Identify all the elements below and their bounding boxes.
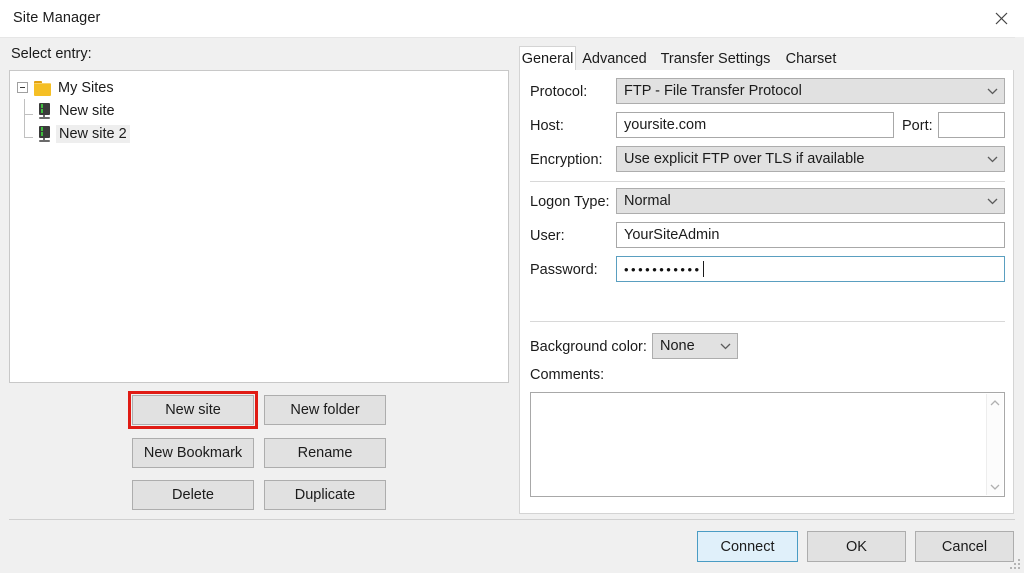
ok-button[interactable]: OK: [807, 531, 906, 562]
background-color-label: Background color:: [530, 339, 647, 355]
encryption-label: Encryption:: [530, 152, 603, 168]
port-label: Port:: [902, 118, 933, 134]
user-label: User:: [530, 228, 565, 244]
protocol-label: Protocol:: [530, 84, 588, 100]
new-bookmark-button[interactable]: New Bookmark: [132, 438, 254, 468]
password-masked-value: •••••••••••: [624, 261, 702, 277]
comments-textarea[interactable]: [530, 392, 1005, 497]
tab-general[interactable]: General: [519, 46, 576, 71]
host-input[interactable]: yoursite.com: [616, 112, 894, 138]
chevron-down-icon: [713, 343, 737, 350]
server-icon: [38, 125, 51, 142]
folder-icon: [34, 80, 51, 96]
select-entry-label: Select entry:: [11, 46, 92, 62]
text-caret: [702, 261, 704, 277]
site-tree[interactable]: My Sites New site New site 2: [9, 70, 509, 383]
chevron-up-icon[interactable]: [987, 394, 1003, 411]
rename-button[interactable]: Rename: [264, 438, 386, 468]
close-icon[interactable]: [978, 0, 1024, 36]
protocol-value: FTP - File Transfer Protocol: [624, 83, 802, 99]
tree-item-label: New site 2: [56, 124, 130, 143]
connect-button[interactable]: Connect: [697, 531, 798, 562]
protocol-select[interactable]: FTP - File Transfer Protocol: [616, 78, 1005, 104]
tab-charset[interactable]: Charset: [780, 46, 842, 71]
tree-item-new-site-2[interactable]: New site 2: [10, 122, 508, 145]
comments-label: Comments:: [530, 367, 605, 383]
window-title: Site Manager: [13, 10, 101, 26]
chevron-down-icon: [980, 156, 1004, 163]
resize-grip-icon[interactable]: [1010, 559, 1021, 570]
tree-item-new-site[interactable]: New site: [10, 99, 508, 122]
new-site-button[interactable]: New site: [132, 395, 254, 425]
password-input[interactable]: •••••••••••: [616, 256, 1005, 282]
tab-transfer-settings[interactable]: Transfer Settings: [653, 46, 778, 71]
port-input[interactable]: [938, 112, 1005, 138]
server-icon: [38, 102, 51, 119]
site-manager-dialog: Site Manager Select entry: My Sites New …: [0, 0, 1024, 573]
tab-advanced[interactable]: Advanced: [578, 46, 651, 71]
tree-expander-minus-icon[interactable]: [17, 82, 28, 93]
cancel-button[interactable]: Cancel: [915, 531, 1014, 562]
chevron-down-icon: [980, 88, 1004, 95]
logon-type-label: Logon Type:: [530, 194, 610, 210]
user-input[interactable]: YourSiteAdmin: [616, 222, 1005, 248]
password-label: Password:: [530, 262, 598, 278]
section-divider: [530, 321, 1005, 322]
duplicate-button[interactable]: Duplicate: [264, 480, 386, 510]
delete-button[interactable]: Delete: [132, 480, 254, 510]
tree-item-label: My Sites: [58, 79, 114, 96]
encryption-select[interactable]: Use explicit FTP over TLS if available: [616, 146, 1005, 172]
tree-item-label: New site: [59, 102, 115, 119]
section-divider: [530, 181, 1005, 182]
chevron-down-icon: [980, 198, 1004, 205]
tree-item-my-sites[interactable]: My Sites: [10, 76, 508, 99]
general-tab-panel: Protocol: FTP - File Transfer Protocol H…: [519, 70, 1014, 514]
title-bar: Site Manager: [0, 0, 1024, 38]
logon-type-value: Normal: [624, 193, 671, 209]
footer-divider: [9, 519, 1015, 520]
logon-type-select[interactable]: Normal: [616, 188, 1005, 214]
tab-strip: General Advanced Transfer Settings Chars…: [519, 46, 1014, 71]
chevron-down-icon[interactable]: [987, 478, 1003, 495]
background-color-value: None: [660, 338, 695, 354]
new-folder-button[interactable]: New folder: [264, 395, 386, 425]
encryption-value: Use explicit FTP over TLS if available: [624, 151, 865, 167]
background-color-select[interactable]: None: [652, 333, 738, 359]
comments-scrollbar[interactable]: [986, 394, 1003, 495]
window-right-edge: [1015, 37, 1024, 573]
host-label: Host:: [530, 118, 564, 134]
